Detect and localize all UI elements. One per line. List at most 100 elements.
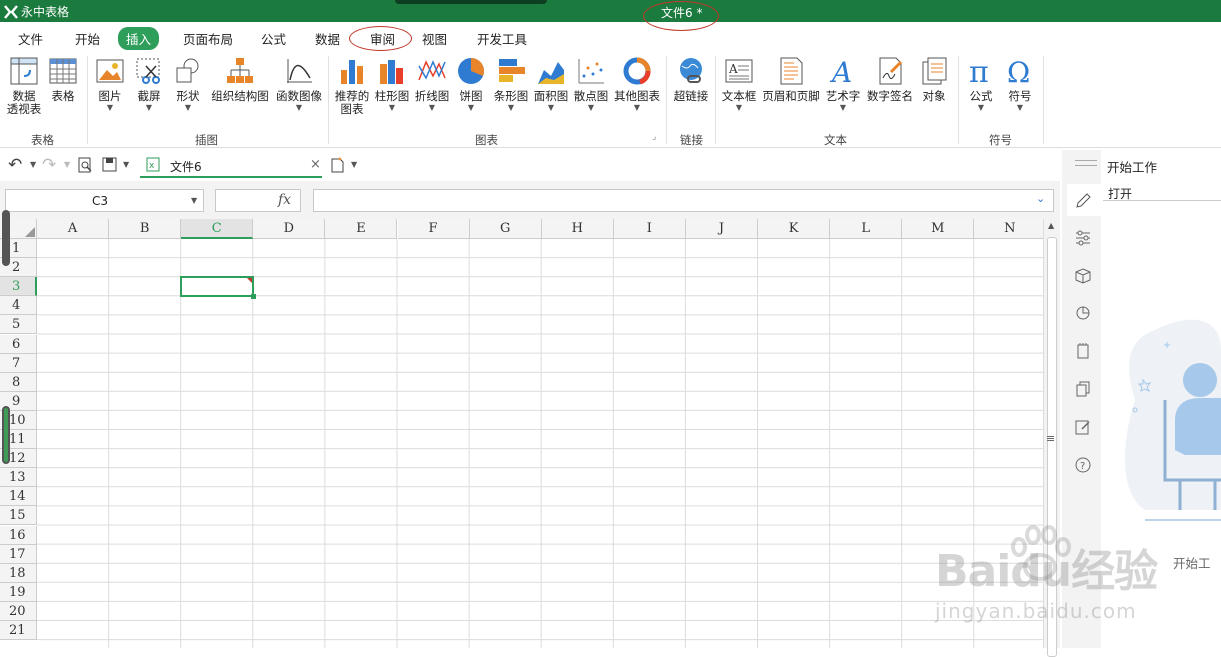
- menu-page-layout[interactable]: 页面布局: [175, 27, 241, 50]
- fx-icon[interactable]: fx: [278, 192, 291, 208]
- redo-icon[interactable]: ↷: [42, 155, 56, 175]
- column-header[interactable]: B: [109, 219, 182, 239]
- help-icon[interactable]: ?: [1074, 456, 1092, 474]
- menu-home[interactable]: 开始: [67, 27, 108, 50]
- symbol-label: 符号: [1008, 89, 1032, 103]
- function-box[interactable]: fx: [215, 189, 301, 212]
- picture-button[interactable]: 图片 ▼: [92, 56, 128, 112]
- column-header[interactable]: E: [325, 219, 398, 239]
- column-header[interactable]: L: [830, 219, 903, 239]
- row-header[interactable]: 3: [0, 277, 37, 297]
- svg-text:π: π: [969, 56, 989, 86]
- row-header[interactable]: 7: [0, 353, 37, 373]
- function-graph-button[interactable]: 函数图像 ▼: [273, 56, 325, 112]
- row-header[interactable]: 8: [0, 372, 37, 392]
- column-header[interactable]: C: [181, 219, 254, 239]
- org-chart-button[interactable]: 组织结构图: [208, 56, 272, 103]
- scatter-chart-button[interactable]: 散点图 ▼: [571, 56, 611, 112]
- function-graph-icon: [287, 59, 312, 83]
- column-chart-button[interactable]: 柱形图 ▼: [373, 56, 411, 112]
- hyperlink-button[interactable]: 超链接: [670, 56, 712, 103]
- column-header[interactable]: D: [253, 219, 326, 239]
- menu-insert[interactable]: 插入: [118, 27, 160, 50]
- line-chart-button[interactable]: 折线图 ▼: [412, 56, 452, 112]
- row-header[interactable]: 13: [0, 468, 37, 488]
- row-header[interactable]: 5: [0, 315, 37, 335]
- horizontal-bar-chart-icon: [499, 59, 525, 82]
- digital-signature-button[interactable]: 数字签名: [864, 56, 916, 103]
- shapes-button[interactable]: 形状 ▼: [170, 56, 206, 112]
- panel-splitter-icon[interactable]: ≡: [1046, 432, 1055, 445]
- spreadsheet-grid[interactable]: ABCDEFGHIJKLMN 1 2 3 4 5 6 7 8 9 10 11 12 13 14 15 16 17…: [0, 219, 1043, 648]
- clipboard-icon[interactable]: [1074, 342, 1092, 360]
- edit-note-icon[interactable]: [1074, 418, 1092, 436]
- left-scroll-handle-bottom[interactable]: [2, 406, 10, 464]
- line-chart-icon: [418, 60, 446, 81]
- dialog-launcher-icon[interactable]: ⌟: [652, 132, 656, 142]
- undo-icon[interactable]: ↶: [8, 155, 22, 175]
- table-button[interactable]: 表格: [46, 56, 80, 103]
- expand-formula-icon[interactable]: ⌄: [1036, 192, 1045, 205]
- object-button[interactable]: 对象: [916, 56, 952, 103]
- left-scroll-handle-top[interactable]: [2, 210, 10, 266]
- row-header[interactable]: 4: [0, 296, 37, 316]
- chevron-down-icon[interactable]: ▼: [351, 160, 357, 169]
- symbol-button[interactable]: Ω 符号 ▼: [1001, 56, 1039, 112]
- row-header[interactable]: 19: [0, 582, 37, 602]
- chevron-down-icon[interactable]: ▼: [30, 160, 36, 169]
- text-box-button[interactable]: A 文本框 ▼: [719, 56, 759, 112]
- other-charts-button[interactable]: 其他图表 ▼: [612, 56, 662, 112]
- column-header[interactable]: J: [685, 219, 758, 239]
- row-header[interactable]: 14: [0, 487, 37, 507]
- row-header[interactable]: 20: [0, 601, 37, 621]
- column-header[interactable]: F: [397, 219, 470, 239]
- area-chart-button[interactable]: 面积图 ▼: [531, 56, 571, 112]
- chevron-down-icon[interactable]: ▼: [191, 196, 197, 205]
- column-header[interactable]: H: [541, 219, 614, 239]
- menu-file[interactable]: 文件: [10, 27, 51, 50]
- print-preview-icon[interactable]: [78, 157, 93, 173]
- row-header[interactable]: 18: [0, 563, 37, 583]
- save-icon[interactable]: [102, 157, 117, 172]
- header-footer-button[interactable]: 页眉和页脚: [760, 56, 822, 103]
- formula-input[interactable]: ⌄: [313, 189, 1054, 212]
- bar-chart-button[interactable]: 条形图 ▼: [491, 56, 531, 112]
- pencil-icon[interactable]: [1074, 192, 1092, 210]
- new-document-icon[interactable]: [330, 157, 345, 173]
- word-art-button[interactable]: A 艺术字 ▼: [823, 56, 863, 112]
- chevron-down-icon: ▼: [467, 103, 475, 112]
- column-header[interactable]: M: [902, 219, 975, 239]
- close-icon[interactable]: ×: [310, 157, 321, 172]
- equation-button[interactable]: π 公式 ▼: [962, 56, 1000, 112]
- selected-cell[interactable]: [180, 276, 256, 299]
- column-header[interactable]: I: [613, 219, 686, 239]
- chevron-down-icon[interactable]: ▼: [64, 160, 70, 169]
- menu-formulas[interactable]: 公式: [253, 27, 294, 50]
- pivot-table-button[interactable]: 数据 透视表: [4, 56, 44, 116]
- chevron-down-icon: ▼: [547, 103, 555, 112]
- column-header[interactable]: G: [469, 219, 542, 239]
- row-header[interactable]: 21: [0, 621, 37, 641]
- name-box[interactable]: C3 ▼: [5, 189, 204, 212]
- column-header[interactable]: A: [37, 219, 110, 239]
- row-header[interactable]: 15: [0, 506, 37, 526]
- cube-icon[interactable]: [1074, 267, 1092, 285]
- column-header[interactable]: N: [974, 219, 1043, 239]
- menu-developer[interactable]: 开发工具: [469, 27, 535, 50]
- fill-handle[interactable]: [251, 294, 256, 299]
- recommended-charts-button[interactable]: 推荐的 图表: [331, 56, 373, 116]
- screenshot-button[interactable]: 截屏 ▼: [131, 56, 167, 112]
- document-tab[interactable]: x 文件6 ×: [140, 152, 322, 178]
- row-header[interactable]: 17: [0, 544, 37, 564]
- menu-data[interactable]: 数据: [307, 27, 348, 50]
- column-header[interactable]: K: [758, 219, 831, 239]
- pie-chart-button[interactable]: 饼图 ▼: [455, 56, 487, 112]
- chevron-down-icon[interactable]: ▼: [123, 160, 129, 169]
- menu-view[interactable]: 视图: [414, 27, 455, 50]
- copy-doc-icon[interactable]: [1074, 380, 1092, 398]
- scroll-up-icon[interactable]: ▲: [1048, 221, 1054, 230]
- pie-clock-icon[interactable]: [1074, 304, 1092, 322]
- row-header[interactable]: 16: [0, 525, 37, 545]
- settings-sliders-icon[interactable]: [1074, 229, 1092, 247]
- row-header[interactable]: 6: [0, 334, 37, 354]
